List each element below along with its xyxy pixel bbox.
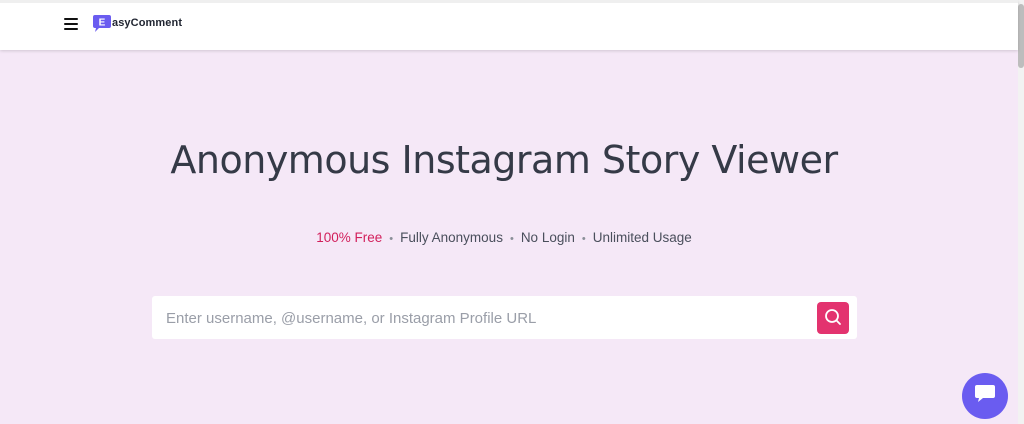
scrollbar-thumb[interactable] (1018, 4, 1024, 68)
page-title: Anonymous Instagram Story Viewer (170, 138, 838, 182)
separator-dot: • (509, 233, 514, 245)
logo-letter: E (99, 18, 106, 29)
logo-text: asyComment (112, 16, 183, 29)
top-navigation-bar: E asyComment (0, 0, 1018, 50)
hamburger-menu-icon[interactable] (64, 18, 78, 31)
window-top-edge (0, 0, 1018, 3)
feature-anonymous: Fully Anonymous (400, 230, 503, 245)
search-box (152, 296, 857, 339)
feature-free: 100% Free (316, 230, 383, 245)
page: E asyComment Anonymous Instagram Story V… (0, 0, 1024, 424)
chat-widget-button[interactable] (962, 373, 1008, 419)
search-icon (824, 308, 842, 329)
search-input[interactable] (164, 302, 808, 334)
scrollbar-track[interactable] (1018, 0, 1024, 424)
feature-list: 100% Free • Fully Anonymous • No Login • Unlim… (0, 230, 1008, 245)
search-button[interactable] (817, 302, 849, 334)
feature-unlimited: Unlimited Usage (592, 230, 692, 245)
chat-bubble-icon (974, 384, 996, 408)
feature-no-login: No Login (520, 230, 575, 245)
separator-dot: • (389, 233, 394, 245)
separator-dot: • (581, 233, 586, 245)
logo-icon: E (93, 15, 111, 32)
site-logo[interactable]: E asyComment (93, 15, 183, 32)
